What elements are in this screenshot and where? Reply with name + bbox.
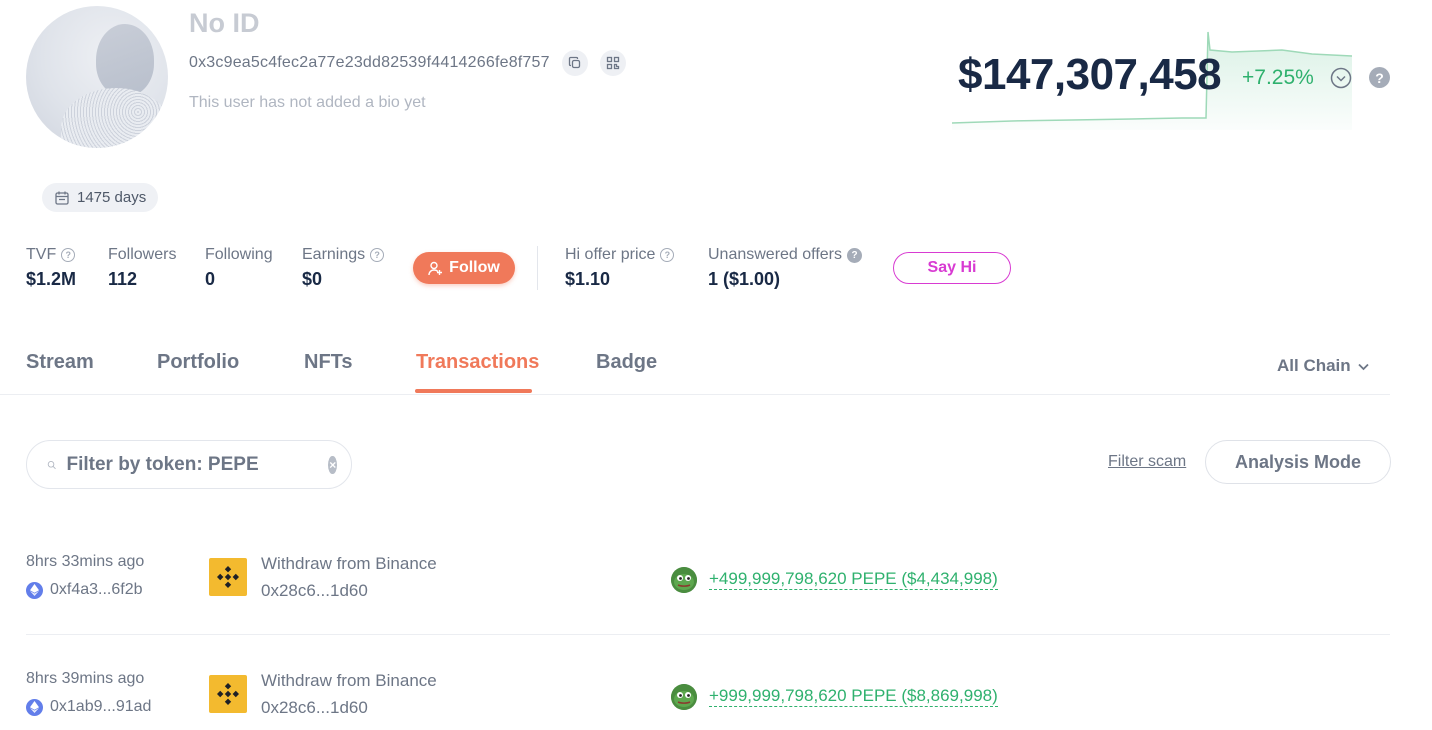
filter-scam-link[interactable]: Filter scam (1108, 453, 1186, 471)
tab-transactions[interactable]: Transactions (416, 351, 539, 374)
stat-value: 1 ($1.00) (708, 269, 781, 289)
stat-value: $0 (302, 269, 323, 289)
chain-select-label: All Chain (1277, 356, 1351, 375)
tx-time: 8hrs 33mins ago (26, 553, 145, 570)
binance-logo-icon (209, 558, 247, 596)
user-plus-icon (428, 261, 443, 275)
stat-tvf: TVF? $1.2M (26, 246, 76, 290)
profile-name: No ID (189, 8, 260, 38)
say-hi-button[interactable]: Say Hi (893, 252, 1011, 284)
tx-amount[interactable]: +499,999,798,620 PEPE ($4,434,998) (709, 569, 998, 590)
stat-following[interactable]: Following 0 (205, 246, 273, 290)
wallet-address: 0x3c9ea5c4fec2a77e23dd82539f4414266fe8f7… (189, 54, 550, 71)
stat-unanswered-offers: Unanswered offers? 1 ($1.00) (708, 246, 862, 290)
help-icon[interactable]: ? (660, 248, 675, 262)
tx-counterparty[interactable]: 0x28c6...1d60 (261, 581, 368, 601)
stat-hi-offer-price: Hi offer price? $1.10 (565, 246, 675, 290)
stat-value: 112 (108, 269, 138, 289)
clear-icon[interactable]: × (328, 455, 337, 474)
stats-divider (537, 246, 538, 290)
pepe-token-icon (671, 684, 697, 710)
calendar-icon (55, 191, 69, 205)
stat-value: $1.10 (565, 269, 611, 289)
analysis-mode-button[interactable]: Analysis Mode (1205, 440, 1391, 484)
tx-counterparty[interactable]: 0x28c6...1d60 (261, 698, 368, 718)
tx-hash: 0x1ab9...91ad (50, 698, 152, 715)
transaction-row[interactable]: 8hrs 39mins ago 0x1ab9...91ad Withdraw f… (26, 670, 1390, 730)
account-age-label: 1475 days (77, 189, 147, 206)
stat-label: Following (205, 246, 273, 263)
active-tab-indicator (415, 389, 532, 393)
net-worth-change: +7.25% (1242, 66, 1314, 89)
tab-badge[interactable]: Badge (596, 351, 657, 374)
chevron-down-icon (1358, 363, 1369, 370)
pepe-token-icon (671, 567, 697, 593)
follow-button[interactable]: Follow (413, 252, 515, 284)
tx-hash-link[interactable]: 0xf4a3...6f2b (26, 581, 143, 599)
follow-label: Follow (449, 259, 500, 276)
stat-label: Earnings (302, 246, 366, 263)
stat-earnings: Earnings? $0 (302, 246, 385, 290)
help-icon[interactable]: ? (847, 247, 862, 263)
tx-hash-link[interactable]: 0x1ab9...91ad (26, 698, 151, 716)
tab-nfts[interactable]: NFTs (304, 351, 353, 374)
net-worth-value: $147,307,458 (958, 50, 1222, 99)
chain-select[interactable]: All Chain (1277, 356, 1370, 376)
tx-amount[interactable]: +999,999,798,620 PEPE ($8,869,998) (709, 686, 998, 707)
token-filter-input[interactable] (66, 453, 329, 476)
copy-icon[interactable] (561, 50, 588, 76)
stat-label: Followers (108, 246, 177, 263)
row-divider (26, 634, 1390, 635)
help-icon[interactable]: ? (61, 248, 76, 262)
stat-value: 0 (205, 269, 216, 289)
tabs-divider (0, 394, 1390, 395)
transaction-row[interactable]: 8hrs 33mins ago 0xf4a3...6f2b Withdraw f… (26, 553, 1390, 643)
account-age-badge: 1475 days (42, 183, 159, 212)
address-row: 0x3c9ea5c4fec2a77e23dd82539f4414266fe8f7… (189, 50, 626, 76)
ethereum-icon (26, 698, 43, 716)
binance-logo-icon (209, 675, 247, 713)
stat-followers[interactable]: Followers 112 (108, 246, 176, 290)
tx-time: 8hrs 39mins ago (26, 670, 145, 687)
tx-type: Withdraw from Binance (261, 671, 437, 690)
search-icon (47, 460, 56, 469)
stat-label: TVF (26, 246, 57, 263)
tx-hash: 0xf4a3...6f2b (50, 581, 143, 598)
stat-label: Unanswered offers (708, 246, 842, 263)
tab-portfolio[interactable]: Portfolio (157, 351, 239, 374)
profile-bio: This user has not added a bio yet (189, 94, 426, 111)
token-filter[interactable]: × (26, 440, 352, 489)
help-icon[interactable]: ? (370, 248, 385, 262)
qr-code-icon[interactable] (599, 50, 626, 76)
help-icon[interactable]: ? (1369, 67, 1390, 88)
tx-type: Withdraw from Binance (261, 554, 437, 573)
stat-value: $1.2M (26, 269, 77, 289)
stat-label: Hi offer price (565, 246, 656, 263)
ethereum-icon (26, 581, 43, 599)
avatar (26, 6, 168, 148)
chevron-down-icon[interactable] (1330, 67, 1352, 89)
tab-stream[interactable]: Stream (26, 351, 94, 374)
